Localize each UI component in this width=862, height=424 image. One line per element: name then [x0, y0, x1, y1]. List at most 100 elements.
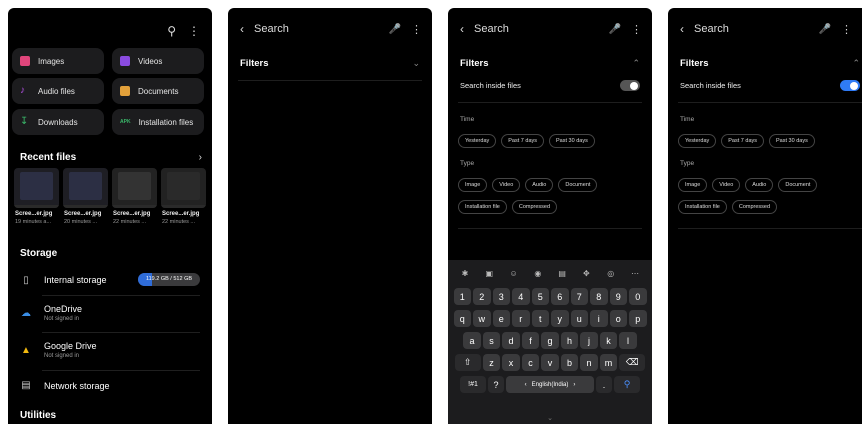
chip-document[interactable]: Document: [558, 178, 598, 192]
key-p[interactable]: p: [629, 310, 647, 327]
key-6[interactable]: 6: [551, 288, 569, 305]
category-installation-files[interactable]: APK Installation files: [112, 109, 204, 135]
chevron-up-icon[interactable]: ⌃: [852, 58, 860, 69]
chevron-right-icon[interactable]: ›: [199, 152, 202, 163]
key-c[interactable]: c: [521, 354, 540, 371]
key-t[interactable]: t: [531, 310, 549, 327]
key-l[interactable]: l: [619, 332, 637, 349]
key-u[interactable]: u: [570, 310, 588, 327]
key-i[interactable]: i: [590, 310, 608, 327]
chip-image[interactable]: Image: [458, 178, 488, 192]
category-audio[interactable]: ♪ Audio files: [12, 78, 104, 104]
key-9[interactable]: 9: [609, 288, 627, 305]
recent-file-thumbnail[interactable]: [14, 168, 59, 208]
chip-document[interactable]: Document: [778, 178, 818, 192]
key-2[interactable]: 2: [473, 288, 491, 305]
storage-internal[interactable]: ▯ Internal storage 119.2 GB / 512 GB: [20, 273, 200, 287]
key-e[interactable]: e: [492, 310, 510, 327]
back-arrow-icon[interactable]: ‹: [680, 22, 684, 36]
key-w[interactable]: w: [473, 310, 491, 327]
settings-icon[interactable]: ✱: [458, 269, 472, 278]
more-options-icon[interactable]: ⋮: [631, 23, 642, 36]
storage-google-drive[interactable]: ▲ Google Drive Not signed in: [20, 341, 200, 359]
microphone-icon[interactable]: 🎤: [389, 24, 401, 35]
key-a[interactable]: a: [463, 332, 481, 349]
chip-installation-file[interactable]: Installation file: [678, 200, 727, 214]
chip-compressed[interactable]: Compressed: [511, 200, 558, 214]
recent-file-thumbnail[interactable]: [161, 168, 206, 208]
key-o[interactable]: o: [609, 310, 627, 327]
chip-image[interactable]: Image: [678, 178, 708, 192]
back-arrow-icon[interactable]: ‹: [240, 22, 244, 36]
key-m[interactable]: m: [599, 354, 618, 371]
more-icon[interactable]: ⋯: [628, 269, 642, 278]
key-h[interactable]: h: [560, 332, 579, 349]
key-1[interactable]: 1: [453, 288, 471, 305]
symbols-key[interactable]: !#1: [460, 376, 486, 393]
clipboard-icon[interactable]: ▣: [482, 269, 496, 278]
key-f[interactable]: f: [521, 332, 540, 349]
chip-compressed[interactable]: Compressed: [731, 200, 778, 214]
chevron-up-icon[interactable]: ⌃: [632, 58, 640, 69]
microphone-icon[interactable]: 🎤: [819, 24, 831, 35]
key-5[interactable]: 5: [531, 288, 549, 305]
search-icon[interactable]: ⚲: [167, 24, 176, 38]
key-b[interactable]: b: [560, 354, 579, 371]
chip-past-7-days[interactable]: Past 7 days: [721, 134, 765, 148]
chip-installation-file[interactable]: Installation file: [458, 200, 507, 214]
chip-video[interactable]: Video: [712, 178, 741, 192]
search-inside-files-toggle[interactable]: [840, 80, 860, 91]
key-3[interactable]: 3: [492, 288, 510, 305]
search-key[interactable]: ⚲: [614, 376, 640, 393]
key-k[interactable]: k: [599, 332, 618, 349]
category-documents[interactable]: Documents: [112, 78, 204, 104]
key-r[interactable]: r: [512, 310, 530, 327]
filters-toggle[interactable]: Filters: [240, 58, 269, 69]
key-x[interactable]: x: [502, 354, 520, 371]
chip-past-7-days[interactable]: Past 7 days: [501, 134, 545, 148]
chevron-down-icon[interactable]: ⌄: [412, 58, 420, 69]
emoji-icon[interactable]: ☺: [507, 269, 521, 278]
question-key[interactable]: ?: [488, 376, 504, 393]
key-8[interactable]: 8: [590, 288, 608, 305]
recent-file-thumbnail[interactable]: [63, 168, 108, 208]
search-input[interactable]: Search: [254, 23, 389, 35]
chip-yesterday[interactable]: Yesterday: [678, 134, 717, 148]
back-arrow-icon[interactable]: ‹: [460, 22, 464, 36]
category-videos[interactable]: Videos: [112, 48, 204, 74]
chip-audio[interactable]: Audio: [745, 178, 774, 192]
storage-onedrive[interactable]: ☁ OneDrive Not signed in: [20, 304, 200, 322]
key-4[interactable]: 4: [512, 288, 530, 305]
sticker-icon[interactable]: ◉: [531, 269, 545, 278]
recent-file-thumbnail[interactable]: [112, 168, 157, 208]
key-0[interactable]: 0: [629, 288, 647, 305]
key-s[interactable]: s: [482, 332, 501, 349]
key-g[interactable]: g: [541, 332, 559, 349]
filters-toggle[interactable]: Filters: [680, 58, 709, 69]
key-v[interactable]: v: [541, 354, 559, 371]
key-z[interactable]: z: [482, 354, 501, 371]
chip-video[interactable]: Video: [492, 178, 521, 192]
microphone-icon[interactable]: 🎤: [609, 24, 621, 35]
chip-past-30-days[interactable]: Past 30 days: [549, 134, 595, 148]
chip-audio[interactable]: Audio: [525, 178, 554, 192]
space-key[interactable]: ‹ English(India) ›: [506, 376, 594, 393]
search-input[interactable]: Search: [694, 23, 819, 35]
search-inside-files-toggle[interactable]: [620, 80, 640, 91]
period-key[interactable]: .: [596, 376, 612, 393]
shift-key[interactable]: ⇧: [454, 354, 481, 371]
chip-past-30-days[interactable]: Past 30 days: [769, 134, 815, 148]
search-input[interactable]: Search: [474, 23, 609, 35]
storage-network[interactable]: ▤ Network storage: [20, 380, 200, 391]
category-downloads[interactable]: ↧ Downloads: [12, 109, 104, 135]
more-options-icon[interactable]: ⋮: [411, 23, 422, 36]
more-options-icon[interactable]: ⋮: [188, 24, 200, 38]
key-d[interactable]: d: [502, 332, 520, 349]
key-j[interactable]: j: [580, 332, 598, 349]
keyboard-hide-icon[interactable]: ⌄: [547, 414, 553, 424]
more-options-icon[interactable]: ⋮: [841, 23, 852, 36]
backspace-key[interactable]: ⌫: [619, 354, 646, 371]
translate-icon[interactable]: ◎: [604, 269, 618, 278]
key-n[interactable]: n: [580, 354, 598, 371]
chip-yesterday[interactable]: Yesterday: [458, 134, 497, 148]
